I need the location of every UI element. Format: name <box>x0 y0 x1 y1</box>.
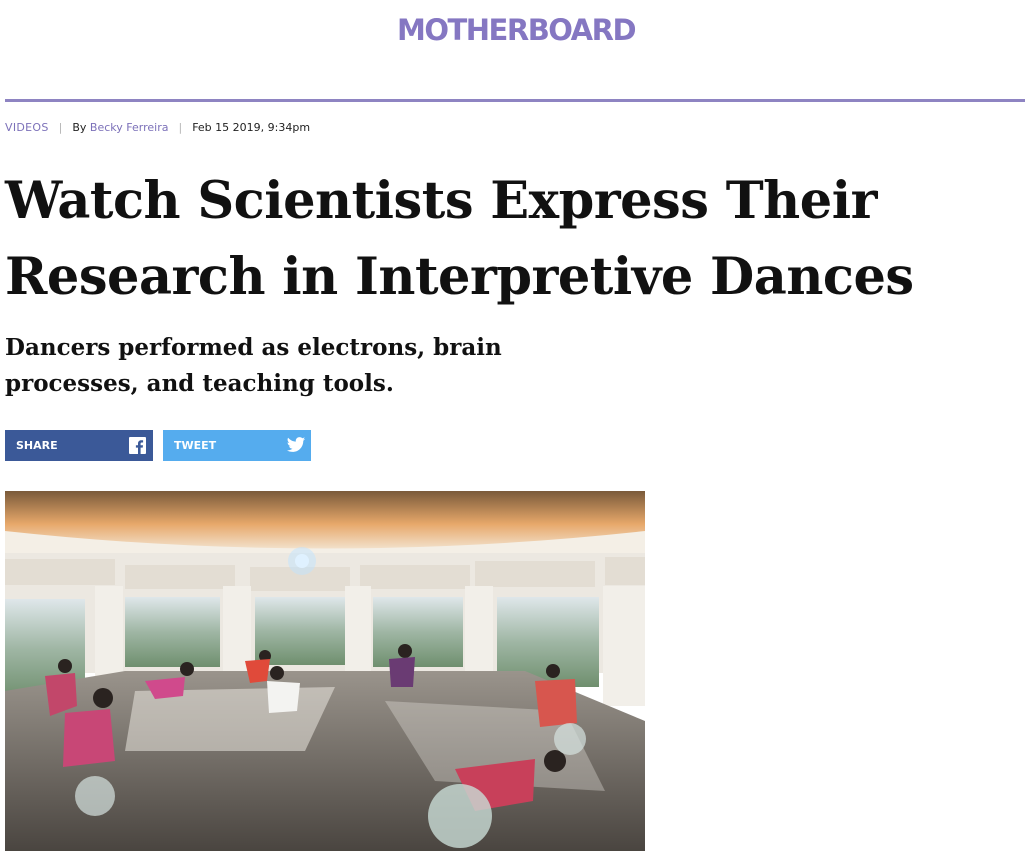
article-headline: Watch Scientists Express Their Research … <box>5 171 914 307</box>
site-logo[interactable]: MOTHERBOARD <box>0 8 1032 52</box>
meta-separator: | <box>178 121 183 134</box>
byline-prefix: By <box>72 121 87 134</box>
facebook-icon <box>129 437 146 454</box>
twitter-bird-icon <box>286 437 306 452</box>
facebook-share-label: SHARE <box>16 439 58 452</box>
twitter-share-button[interactable]: TWEET <box>163 430 311 461</box>
category-link[interactable]: VIDEOS <box>5 121 49 134</box>
hero-scene <box>5 491 645 851</box>
facebook-share-button[interactable]: SHARE <box>5 430 153 461</box>
author-link[interactable]: Becky Ferreira <box>90 121 169 134</box>
publish-date: Feb 15 2019, 9:34pm <box>192 121 311 134</box>
hero-image <box>5 491 645 851</box>
article-meta: VIDEOS | By Becky Ferreira | Feb 15 2019, 9:… <box>5 121 310 135</box>
meta-separator: | <box>58 121 63 134</box>
twitter-share-label: TWEET <box>174 439 217 452</box>
header-divider <box>5 99 1025 102</box>
article-dek: Dancers performed as electrons, brain pr… <box>5 334 502 397</box>
